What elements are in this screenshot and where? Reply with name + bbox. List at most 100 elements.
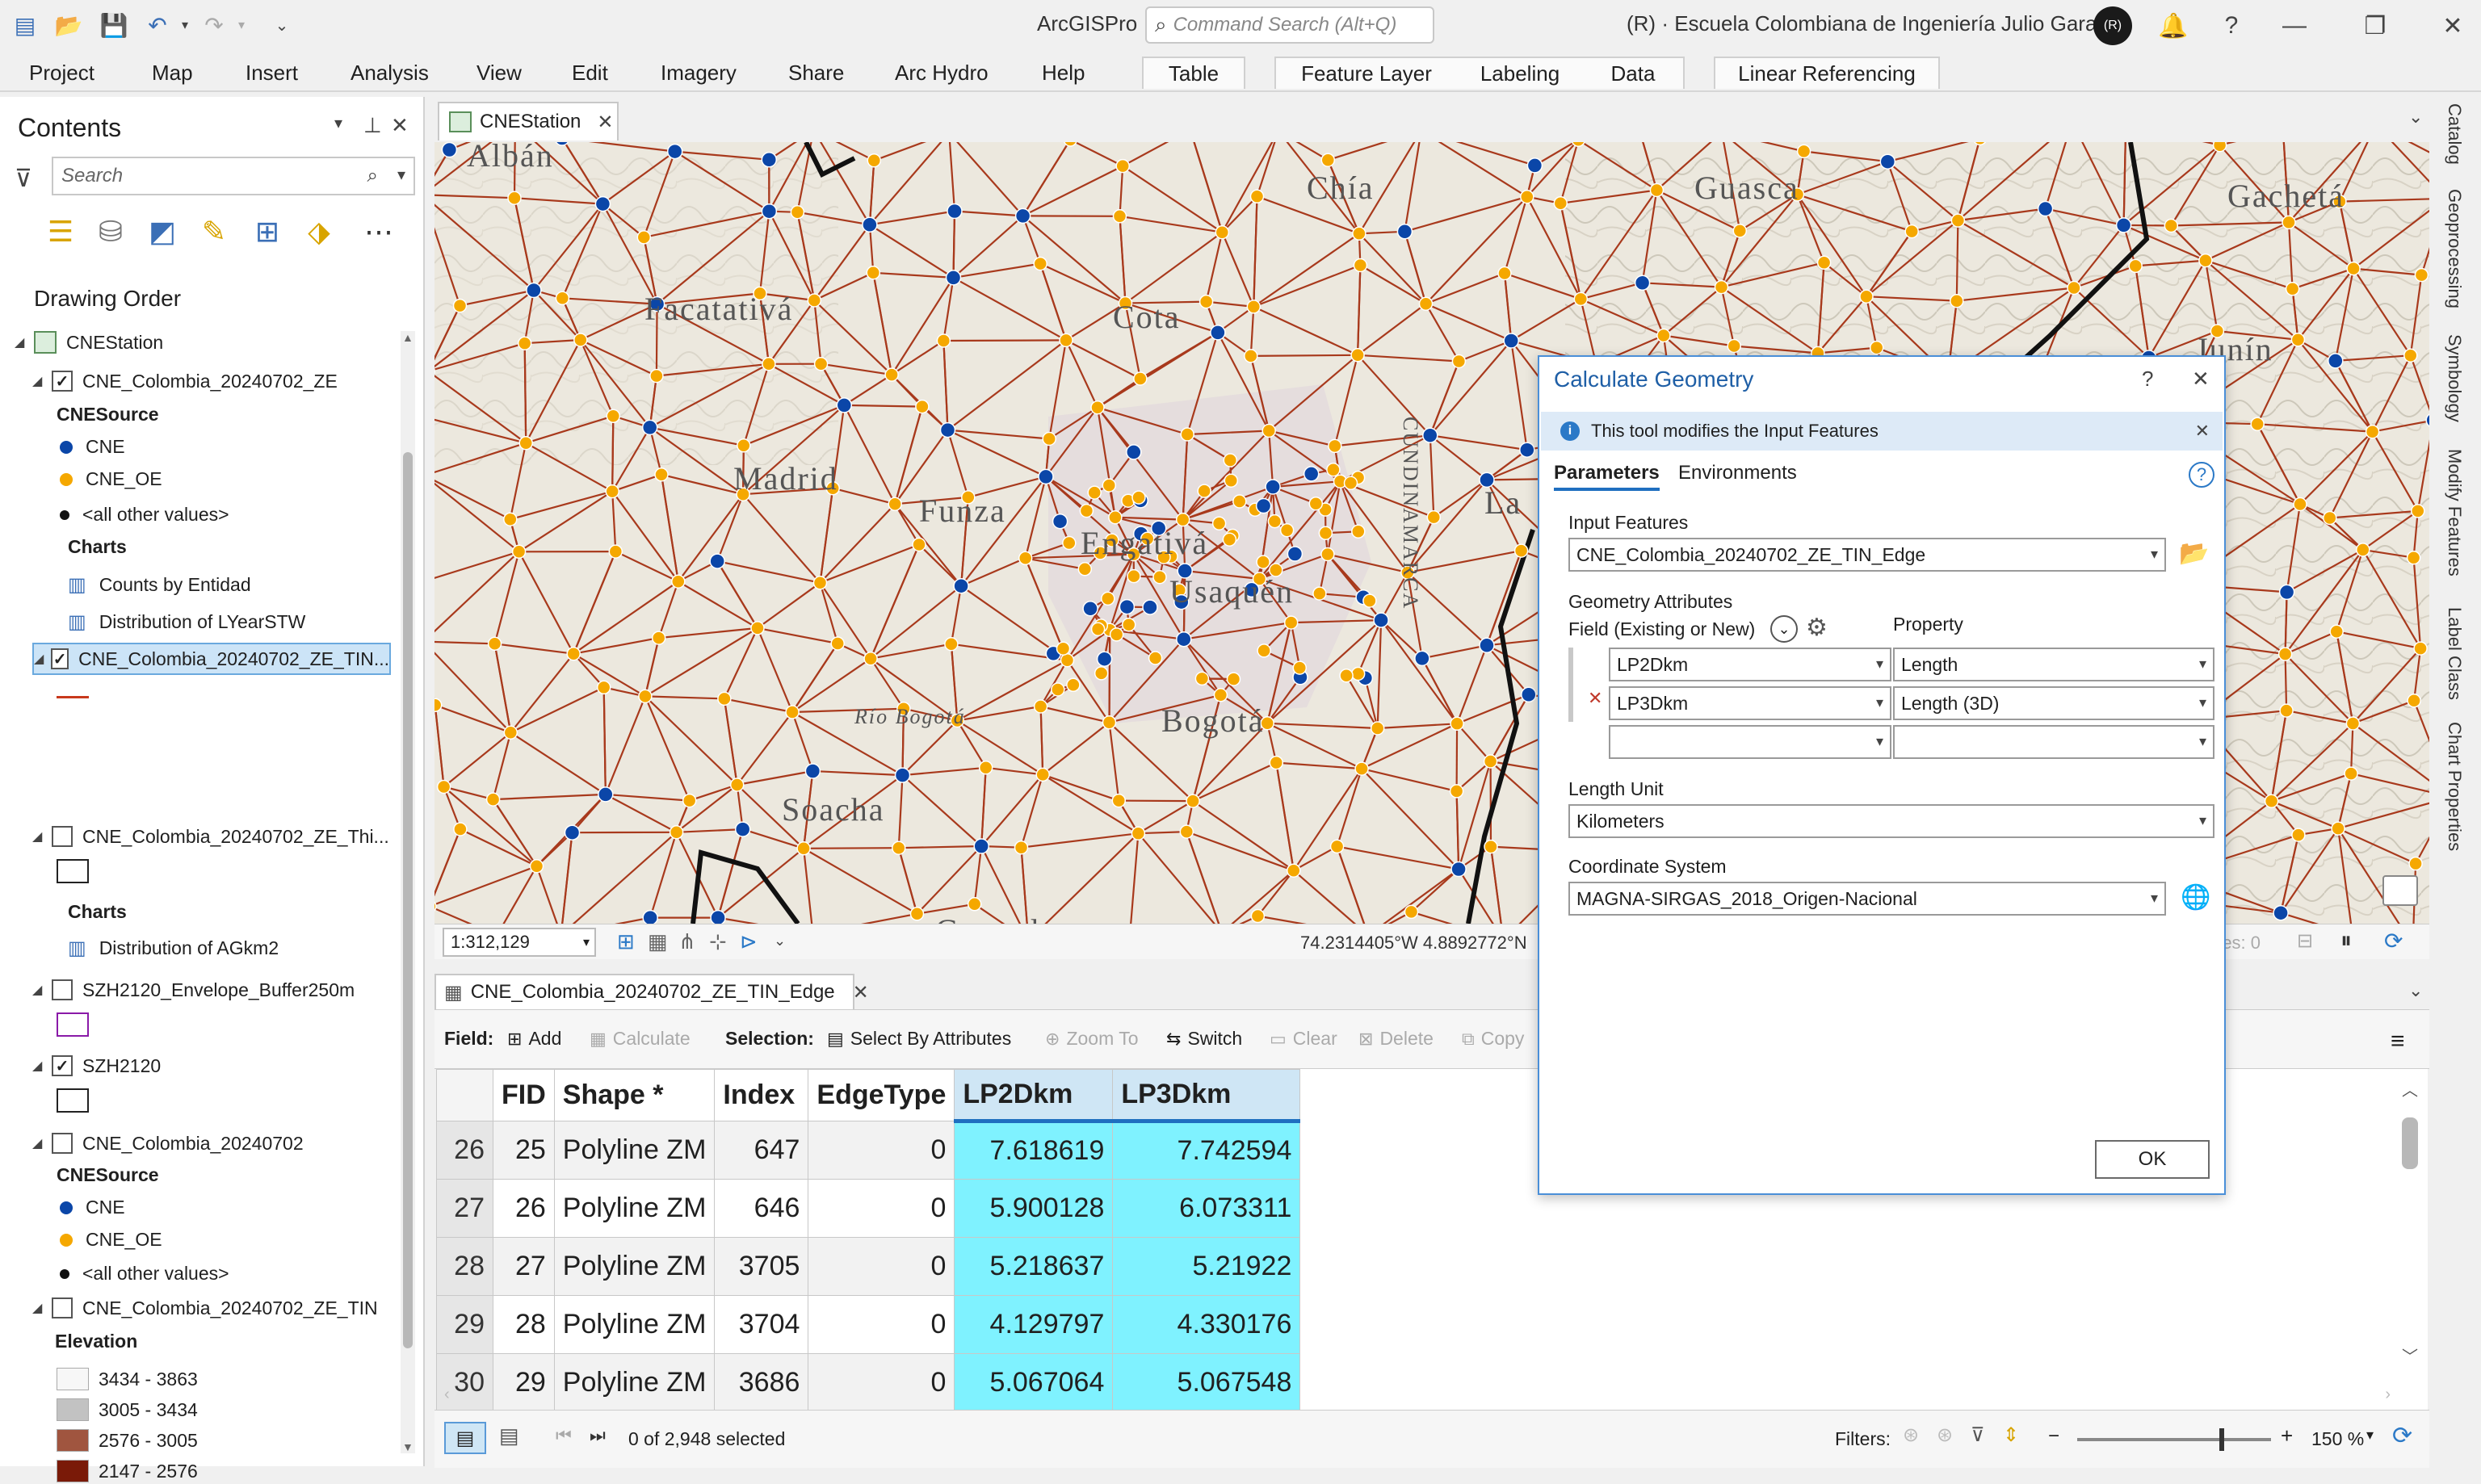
- table-row[interactable]: 27 26 Polyline ZM 646 0 5.900128 6.073311: [436, 1179, 1301, 1238]
- side-tab-catalog[interactable]: Catalog: [2444, 103, 2465, 165]
- cne-oe-station-point[interactable]: [2329, 624, 2344, 639]
- close-icon[interactable]: ✕: [2434, 8, 2471, 44]
- cne-oe-station-point[interactable]: [1077, 562, 1093, 576]
- add-field-button[interactable]: ⊞ Add: [507, 1028, 561, 1050]
- cne-oe-station-point[interactable]: [2128, 258, 2143, 274]
- cne-station-point[interactable]: [709, 553, 725, 569]
- toc-layer-buffer[interactable]: ◢ SZH2120_Envelope_Buffer250m: [32, 974, 355, 1006]
- list-by-selection-icon[interactable]: ◩: [142, 212, 183, 252]
- cne-oe-station-point[interactable]: [1127, 568, 1141, 584]
- close-tab-icon[interactable]: ✕: [597, 111, 613, 134]
- delete-button[interactable]: ⊠ Delete: [1358, 1028, 1434, 1050]
- cne-oe-station-point[interactable]: [2293, 497, 2307, 512]
- cne-oe-station-point[interactable]: [892, 841, 906, 855]
- cne-station-point[interactable]: [2328, 353, 2344, 369]
- cne-oe-station-point[interactable]: [1950, 293, 1964, 308]
- cne-oe-station-point[interactable]: [1350, 666, 1366, 681]
- cne-oe-station-point[interactable]: [866, 266, 881, 280]
- collapse-icon[interactable]: ◢: [15, 334, 27, 350]
- tab-feature-layer[interactable]: Feature Layer: [1274, 57, 1457, 89]
- cne-oe-station-point[interactable]: [1351, 524, 1366, 539]
- fid-cell[interactable]: 27: [493, 1237, 555, 1296]
- collapse-icon[interactable]: ◢: [32, 373, 45, 389]
- cne-oe-station-point[interactable]: [671, 574, 686, 589]
- avatar[interactable]: (R): [2093, 6, 2132, 45]
- cne-oe-station-point[interactable]: [1111, 793, 1127, 808]
- cne-oe-station-point[interactable]: [1484, 839, 1498, 854]
- pause-icon[interactable]: ⏸: [2340, 928, 2352, 954]
- cne-oe-station-point[interactable]: [2414, 267, 2429, 283]
- cne-oe-station-point[interactable]: [978, 761, 993, 775]
- side-tab-modify-features[interactable]: Modify Features: [2444, 449, 2465, 576]
- cne-station-point[interactable]: [1126, 444, 1142, 460]
- cne-oe-station-point[interactable]: [790, 205, 805, 220]
- cne-oe-station-point[interactable]: [1269, 755, 1284, 770]
- cne-oe-station-point[interactable]: [1033, 699, 1048, 714]
- chevron-down-icon[interactable]: ▾: [2151, 546, 2158, 563]
- cne-oe-station-point[interactable]: [1223, 453, 1238, 467]
- shape-cell[interactable]: Polyline ZM: [553, 1121, 716, 1180]
- pane-options-icon[interactable]: ▾: [334, 113, 342, 133]
- list-by-labeling-icon[interactable]: ⬗: [299, 212, 339, 252]
- refresh-icon[interactable]: ⟳: [2392, 1422, 2412, 1450]
- cne-station-point[interactable]: [594, 195, 611, 212]
- cne-station-point[interactable]: [1422, 427, 1438, 443]
- pin-icon[interactable]: ⊥: [363, 113, 382, 138]
- settings-gear-icon[interactable]: ⚙: [1806, 614, 1828, 642]
- cne-station-point[interactable]: [1526, 157, 1543, 174]
- edgetype-cell[interactable]: 0: [808, 1121, 955, 1180]
- scroll-down-icon[interactable]: ▼: [402, 1440, 414, 1453]
- lp2dkm-cell[interactable]: 5.218637: [954, 1237, 1114, 1296]
- cne-oe-station-point[interactable]: [729, 778, 745, 792]
- input-features-select[interactable]: CNE_Colombia_20240702_ZE_TIN_Edge ▾: [1568, 538, 2166, 572]
- cne-oe-station-point[interactable]: [912, 537, 926, 552]
- cne-oe-station-point[interactable]: [453, 822, 468, 836]
- cne-oe-station-point[interactable]: [944, 636, 959, 652]
- cne-oe-station-point[interactable]: [915, 399, 930, 414]
- cne-oe-station-point[interactable]: [1014, 840, 1029, 855]
- filter-extent-icon[interactable]: ⊛: [1903, 1423, 1919, 1447]
- close-tab-icon[interactable]: ✕: [853, 981, 869, 1004]
- cne-oe-station-point[interactable]: [750, 621, 765, 635]
- cne-oe-station-point[interactable]: [1101, 591, 1115, 606]
- toc-layer-szh2120[interactable]: ◢ ✓ SZH2120: [32, 1050, 161, 1082]
- cne-oe-station-point[interactable]: [1339, 668, 1354, 683]
- column-header[interactable]: Shape *: [553, 1069, 716, 1121]
- open-folder-icon[interactable]: 📂: [53, 10, 84, 40]
- field-select[interactable]: LP3Dkm ▾: [1609, 686, 1891, 720]
- cne-oe-station-point[interactable]: [1090, 622, 1106, 636]
- cne-oe-station-point[interactable]: [1343, 476, 1358, 491]
- side-tab-geoprocessing[interactable]: Geoprocessing: [2444, 189, 2465, 308]
- toc-layer-tin-edge[interactable]: ◢ ✓ CNE_Colombia_20240702_ZE_TIN...: [32, 643, 391, 675]
- cne-oe-station-point[interactable]: [1090, 400, 1105, 415]
- cne-oe-station-point[interactable]: [1656, 328, 1671, 343]
- cne-station-point[interactable]: [804, 763, 821, 779]
- cne-oe-station-point[interactable]: [1102, 715, 1117, 730]
- cne-oe-station-point[interactable]: [1222, 532, 1237, 547]
- index-cell[interactable]: 646: [714, 1179, 809, 1238]
- edgetype-cell[interactable]: 0: [808, 1237, 955, 1296]
- filter-range-icon[interactable]: ⇕: [2003, 1423, 2019, 1447]
- chevron-down-icon[interactable]: ⌄: [774, 933, 786, 950]
- cne-station-point[interactable]: [1210, 325, 1226, 341]
- tab-help[interactable]: Help: [1032, 57, 1094, 89]
- cne-oe-station-point[interactable]: [1353, 258, 1368, 273]
- cne-oe-station-point[interactable]: [830, 636, 845, 651]
- correction-icon[interactable]: ⊹: [709, 929, 727, 954]
- cne-oe-station-point[interactable]: [1042, 431, 1056, 446]
- cne-oe-station-point[interactable]: [1224, 473, 1239, 488]
- tab-parameters[interactable]: Parameters: [1554, 462, 1660, 491]
- side-tab-label-class[interactable]: Label Class: [2444, 607, 2465, 700]
- index-cell[interactable]: 647: [714, 1121, 809, 1180]
- cne-oe-station-point[interactable]: [1056, 641, 1071, 656]
- cne-oe-station-point[interactable]: [517, 336, 532, 350]
- zoom-to-button[interactable]: ⊕ Zoom To: [1045, 1028, 1139, 1050]
- cne-oe-station-point[interactable]: [1250, 908, 1266, 924]
- cne-oe-station-point[interactable]: [518, 435, 533, 451]
- layer-visibility-checkbox[interactable]: ✓: [52, 371, 73, 392]
- cne-oe-station-point[interactable]: [1213, 688, 1228, 702]
- layer-visibility-checkbox[interactable]: [52, 1297, 73, 1318]
- cne-oe-station-point[interactable]: [1018, 551, 1033, 566]
- help-icon[interactable]: ?: [2142, 367, 2153, 392]
- cne-oe-station-point[interactable]: [596, 680, 611, 695]
